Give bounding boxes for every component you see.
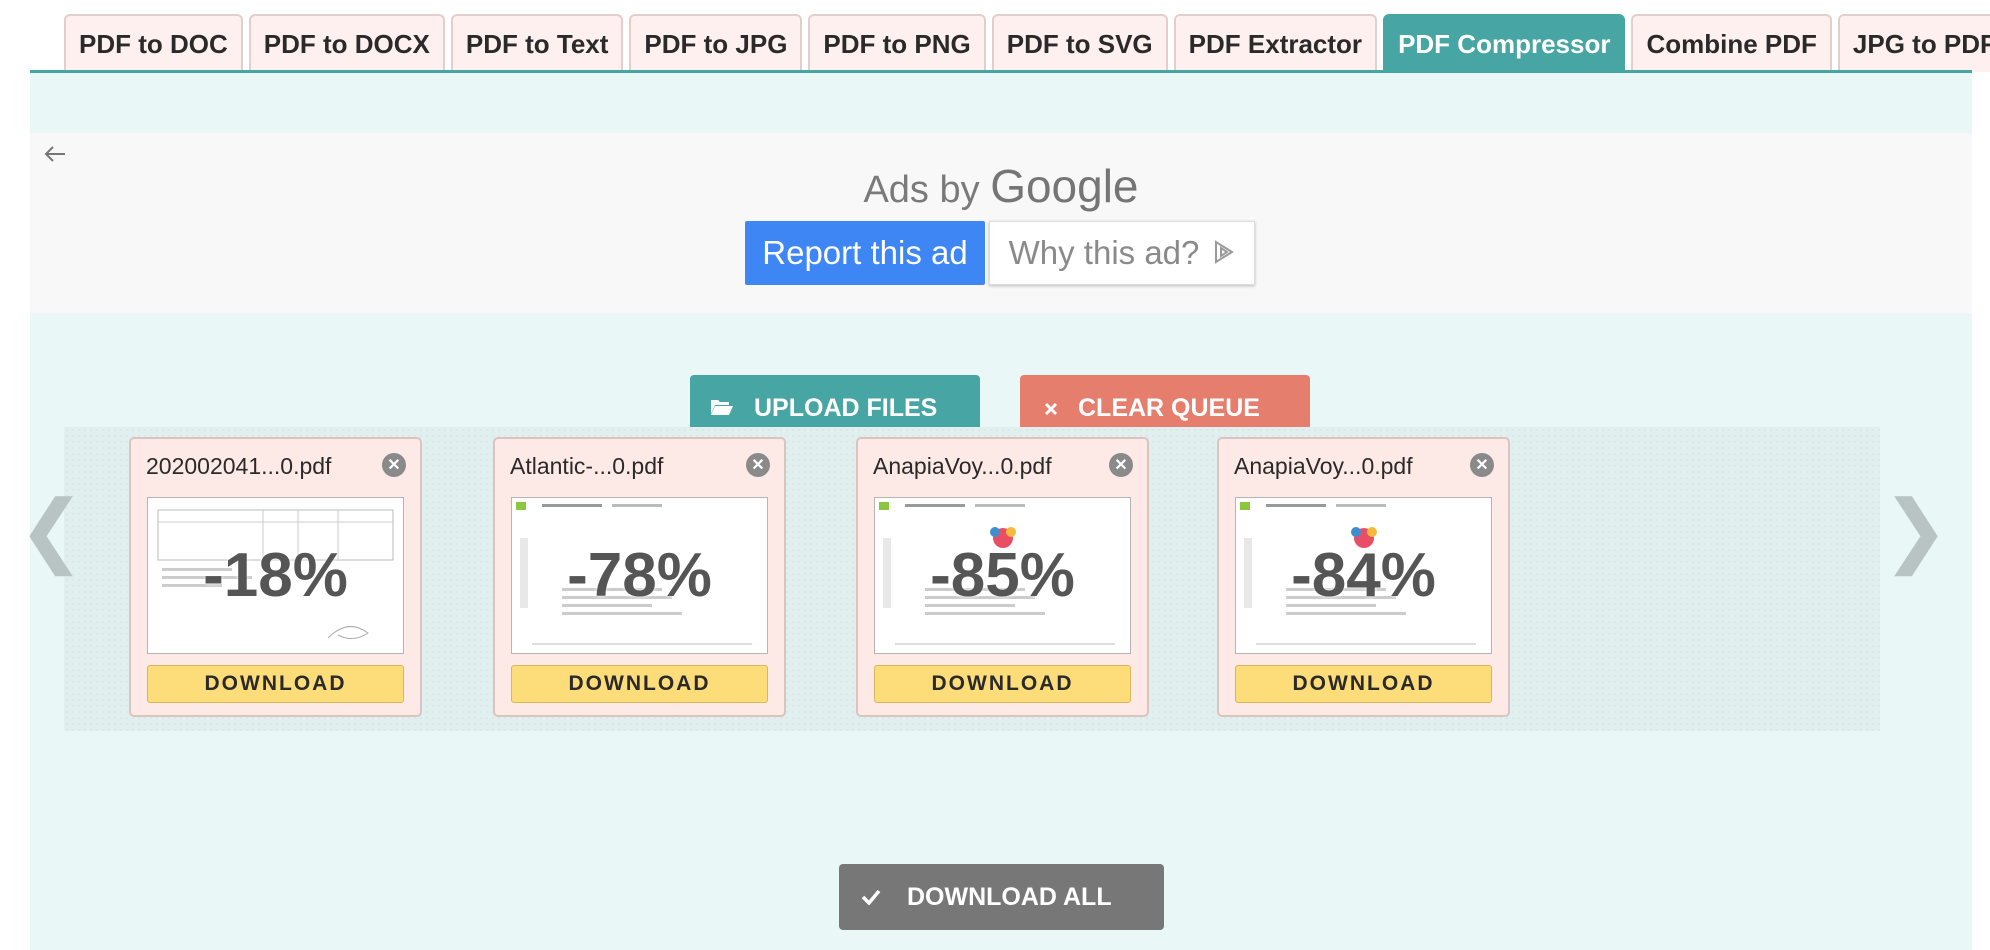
- file-card: 202002041...0.pdf ✕ -18% DOWNLOAD: [129, 437, 422, 717]
- chevron-left-icon[interactable]: ❮: [18, 490, 85, 570]
- remove-file-icon[interactable]: ✕: [1109, 453, 1133, 477]
- tab-pdf-to-svg[interactable]: PDF to SVG: [991, 14, 1168, 72]
- file-name: Atlantic-...0.pdf: [510, 453, 664, 479]
- file-name: AnapiaVoy...0.pdf: [873, 453, 1052, 479]
- why-this-ad-button[interactable]: Why this ad?: [989, 221, 1255, 285]
- ad-choices-icon: [1213, 234, 1235, 272]
- report-ad-button[interactable]: Report this ad: [745, 221, 985, 285]
- tool-tabs: PDF to DOC PDF to DOCX PDF to Text PDF t…: [64, 14, 1990, 72]
- file-thumbnail: -84%: [1235, 497, 1492, 654]
- folder-open-icon: [710, 394, 734, 423]
- file-name: 202002041...0.pdf: [146, 453, 332, 479]
- ad-prefix: Ads by: [863, 169, 991, 211]
- ad-buttons: Report this ad Why this ad?: [745, 221, 1255, 285]
- file-card: AnapiaVoy...0.pdf ✕ -85% DOWNLOAD: [856, 437, 1149, 717]
- compression-ratio: -85%: [930, 541, 1075, 610]
- tab-combine-pdf[interactable]: Combine PDF: [1631, 14, 1832, 72]
- why-this-ad-label: Why this ad?: [1008, 234, 1200, 271]
- remove-file-icon[interactable]: ✕: [746, 453, 770, 477]
- download-all-label: DOWNLOAD ALL: [907, 882, 1112, 911]
- chevron-right-icon[interactable]: ❯: [1882, 490, 1949, 570]
- tab-pdf-to-doc[interactable]: PDF to DOC: [64, 14, 243, 72]
- file-thumbnail: -85%: [874, 497, 1131, 654]
- compression-ratio: -18%: [203, 541, 348, 610]
- tab-pdf-compressor[interactable]: PDF Compressor: [1383, 14, 1626, 72]
- clear-queue-label: CLEAR QUEUE: [1078, 393, 1260, 422]
- file-thumbnail: -18%: [147, 497, 404, 654]
- compression-ratio: -78%: [567, 541, 712, 610]
- file-card: AnapiaVoy...0.pdf ✕ -84% DOWNLOAD: [1217, 437, 1510, 717]
- download-button[interactable]: DOWNLOAD: [147, 665, 404, 703]
- download-all-button[interactable]: DOWNLOAD ALL: [839, 864, 1164, 930]
- file-name: AnapiaVoy...0.pdf: [1234, 453, 1413, 479]
- close-icon: [1044, 394, 1058, 423]
- tab-pdf-to-jpg[interactable]: PDF to JPG: [629, 14, 803, 72]
- ads-by-google: Ads by Google: [30, 159, 1972, 213]
- tab-pdf-to-text[interactable]: PDF to Text: [450, 14, 624, 72]
- file-card: Atlantic-...0.pdf ✕ -78% DOWNLOAD: [493, 437, 786, 717]
- ad-block: Ads by Google Report this ad Why this ad…: [30, 133, 1972, 313]
- download-button[interactable]: DOWNLOAD: [1235, 665, 1492, 703]
- remove-file-icon[interactable]: ✕: [1470, 453, 1494, 477]
- compression-ratio: -84%: [1291, 541, 1436, 610]
- download-button[interactable]: DOWNLOAD: [511, 665, 768, 703]
- tab-jpg-to-pdf[interactable]: JPG to PDF: [1837, 14, 1990, 72]
- download-button[interactable]: DOWNLOAD: [874, 665, 1131, 703]
- tab-pdf-extractor[interactable]: PDF Extractor: [1173, 14, 1378, 72]
- remove-file-icon[interactable]: ✕: [382, 453, 406, 477]
- file-thumbnail: -78%: [511, 497, 768, 654]
- google-logo: Google: [990, 160, 1139, 212]
- checkmark-icon: [861, 883, 881, 912]
- tab-pdf-to-png[interactable]: PDF to PNG: [808, 14, 986, 72]
- upload-files-label: UPLOAD FILES: [754, 393, 938, 422]
- tab-pdf-to-docx[interactable]: PDF to DOCX: [248, 14, 445, 72]
